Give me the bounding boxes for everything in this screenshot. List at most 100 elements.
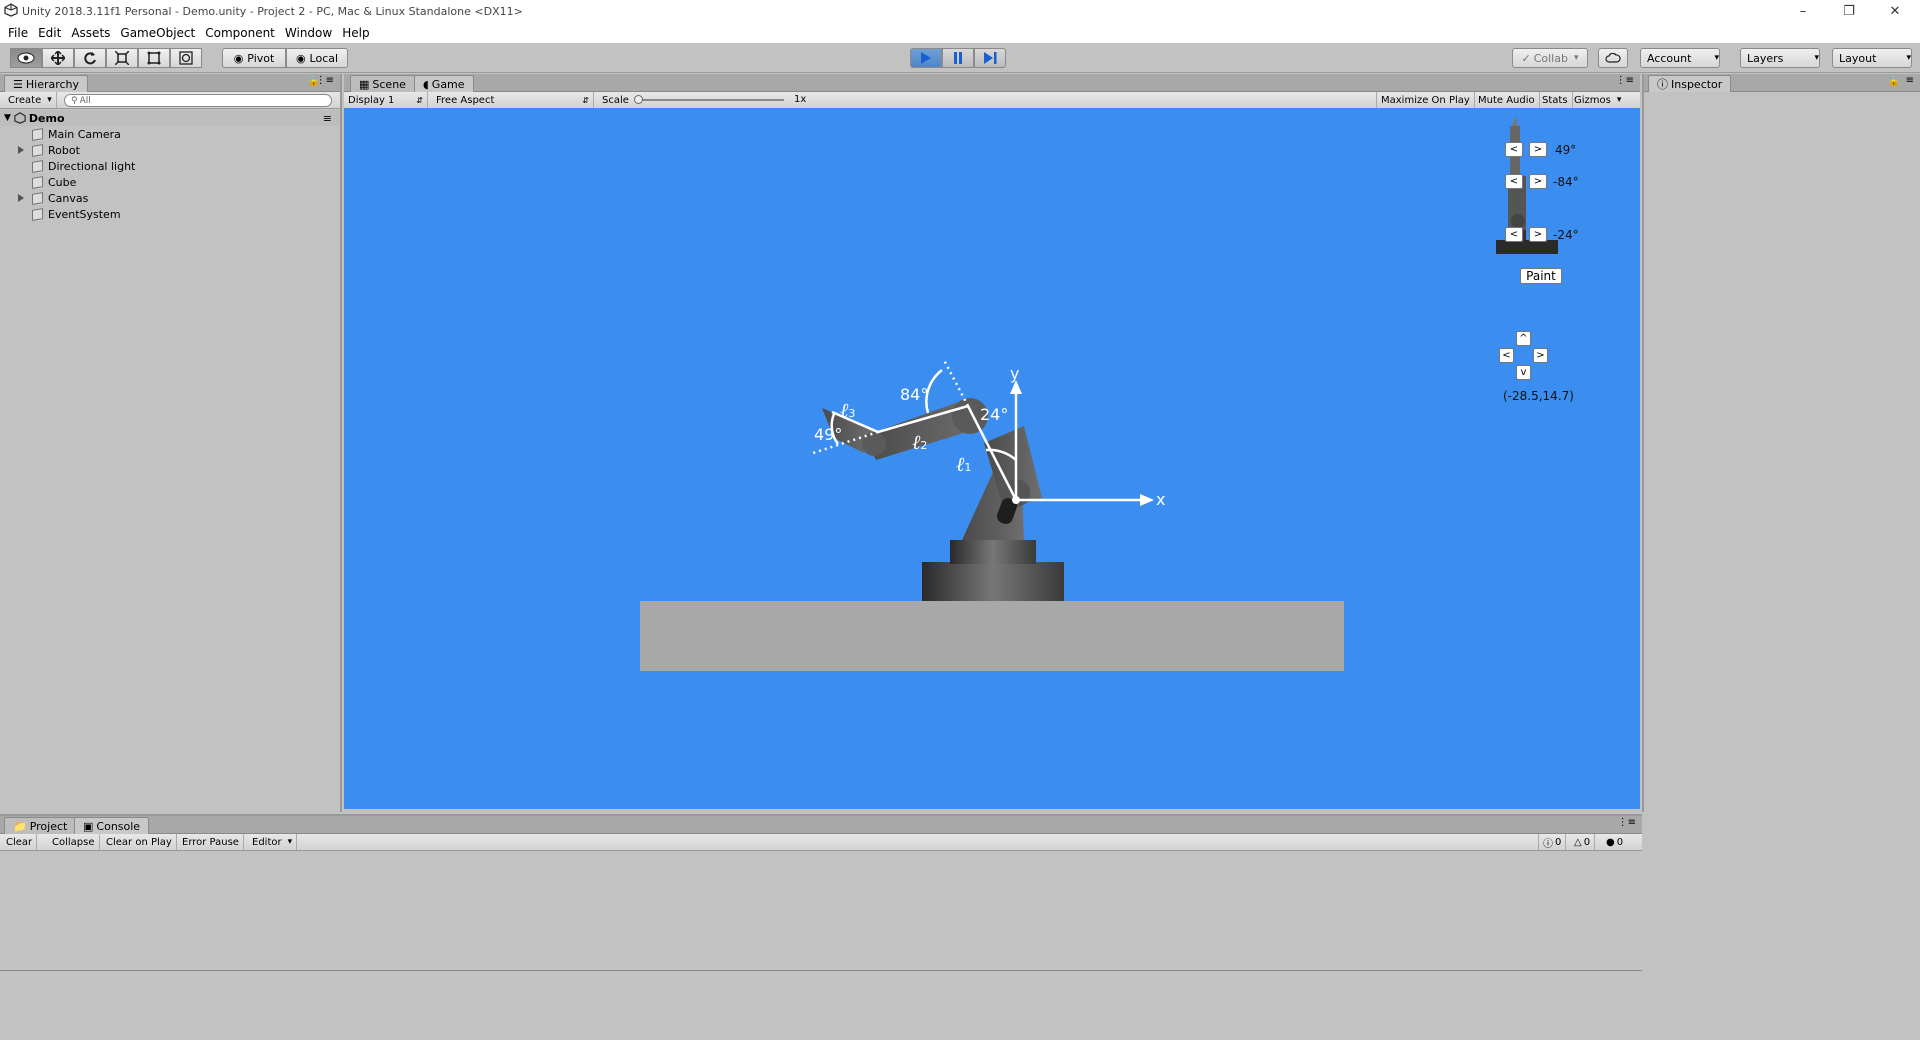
scene-row[interactable]: ▼ Demo ≡: [0, 110, 340, 126]
list-item[interactable]: Robot: [0, 142, 340, 158]
rect-tool-button[interactable]: [138, 48, 170, 68]
joint1-decrease-button[interactable]: <: [1505, 142, 1523, 157]
tab-inspector[interactable]: ⓘ Inspector: [1648, 75, 1732, 92]
minimize-button[interactable]: –: [1780, 0, 1826, 22]
error-pause-button[interactable]: Error Pause: [178, 834, 244, 850]
menu-component[interactable]: Component: [205, 26, 275, 40]
move-right-button[interactable]: >: [1533, 348, 1548, 363]
scale-value: 1x: [794, 94, 807, 105]
x-axis-arrow: [1140, 494, 1154, 506]
step-button[interactable]: [974, 48, 1006, 68]
maximize-on-play-toggle[interactable]: Maximize On Play: [1376, 92, 1475, 108]
robot-base-upper: [950, 540, 1036, 564]
angle-49-label: 49°: [814, 425, 843, 444]
pause-button[interactable]: [942, 48, 974, 68]
updown-icon: ⇵: [416, 95, 423, 105]
title-bar: Unity 2018.3.11f1 Personal - Demo.unity …: [0, 0, 1920, 22]
close-button[interactable]: ✕: [1872, 0, 1918, 22]
scale-slider-track[interactable]: [638, 99, 784, 101]
inspector-lock-icon[interactable]: 🔒: [1888, 76, 1900, 87]
error-count: 0: [1616, 836, 1624, 848]
display-dropdown[interactable]: Display 1 ⇵: [344, 92, 428, 108]
rotate-tool-button[interactable]: [74, 48, 106, 68]
paint-button[interactable]: Paint: [1520, 268, 1562, 284]
console-menu-icon[interactable]: ⋮≡: [1618, 817, 1636, 828]
view-tool-button[interactable]: [10, 48, 42, 68]
tab-console[interactable]: ▣ Console: [74, 817, 150, 834]
joint1-increase-button[interactable]: >: [1529, 142, 1547, 157]
create-dropdown[interactable]: Create: [4, 92, 57, 108]
gameobject-icon: [32, 207, 43, 221]
collapse-button[interactable]: Collapse: [48, 834, 100, 850]
move-tool-button[interactable]: [42, 48, 74, 68]
scale-tool-button[interactable]: [106, 48, 138, 68]
pivot-button[interactable]: ◉ Pivot: [222, 48, 286, 68]
pause-icon: [954, 52, 962, 64]
layout-label: Layout: [1839, 51, 1877, 65]
scene-menu-icon[interactable]: ≡: [323, 112, 332, 125]
joint3-increase-button[interactable]: >: [1529, 227, 1547, 242]
menu-help[interactable]: Help: [342, 26, 369, 40]
list-item[interactable]: Cube: [0, 174, 340, 190]
tab-hierarchy[interactable]: ☰ Hierarchy: [4, 75, 89, 92]
tab-project[interactable]: 📁 Project: [4, 817, 77, 834]
expand-arrow-icon[interactable]: [18, 194, 24, 202]
game-viewport[interactable]: 49° 84° 24° ℓ3 ℓ2 ℓ1 y x < > 49° < > -84…: [344, 108, 1640, 809]
mute-audio-toggle[interactable]: Mute Audio: [1474, 92, 1540, 108]
move-up-button[interactable]: ^: [1516, 331, 1531, 346]
list-item[interactable]: EventSystem: [0, 206, 340, 222]
error-count-toggle[interactable]: ● 0: [1602, 834, 1627, 850]
tab-scene[interactable]: ▦ Scene: [350, 75, 415, 92]
collapse-label: Collapse: [52, 836, 95, 848]
layout-dropdown[interactable]: Layout: [1832, 48, 1912, 68]
menu-gameobject[interactable]: GameObject: [120, 26, 195, 40]
game-panel-menu-icon[interactable]: ⋮≡: [1616, 75, 1634, 86]
scale-control: Scale 1x: [598, 92, 848, 108]
menu-edit[interactable]: Edit: [38, 26, 61, 40]
warning-count: 0: [1583, 836, 1591, 848]
joint2-increase-button[interactable]: >: [1529, 174, 1547, 189]
warning-count-toggle[interactable]: △ 0: [1570, 834, 1596, 850]
joint3-decrease-button[interactable]: <: [1505, 227, 1523, 242]
cloud-button[interactable]: [1598, 48, 1628, 68]
account-dropdown[interactable]: Account: [1640, 48, 1720, 68]
panel-menu-icon[interactable]: ⋮≡: [316, 75, 334, 86]
clear-on-play-button[interactable]: Clear on Play: [102, 834, 177, 850]
joint2-decrease-button[interactable]: <: [1505, 174, 1523, 189]
tab-game[interactable]: ◖ Game: [414, 75, 474, 92]
gameobject-icon: [32, 175, 43, 189]
list-item[interactable]: Canvas: [0, 190, 340, 206]
list-item[interactable]: Directional light: [0, 158, 340, 174]
layers-dropdown[interactable]: Layers: [1740, 48, 1820, 68]
collab-dropdown[interactable]: ✓ Collab: [1512, 48, 1588, 68]
transform-tool-button[interactable]: [170, 48, 202, 68]
scale-slider-thumb[interactable]: [634, 95, 643, 104]
move-left-button[interactable]: <: [1499, 348, 1514, 363]
inspector-tabstrip: ⓘ Inspector 🔒 ≡: [1644, 74, 1920, 92]
play-button[interactable]: [910, 48, 942, 68]
console-toolbar: Clear Collapse Clear on Play Error Pause…: [0, 834, 1642, 851]
restore-button[interactable]: ❐: [1826, 0, 1872, 22]
step-icon: [984, 52, 997, 64]
menu-window[interactable]: Window: [285, 26, 332, 40]
clear-button[interactable]: Clear: [2, 834, 38, 850]
stats-toggle[interactable]: Stats: [1538, 92, 1573, 108]
search-placeholder: All: [79, 95, 91, 106]
rect-icon: [147, 51, 161, 65]
info-count-toggle[interactable]: ⓘ 0: [1538, 834, 1567, 850]
gizmos-dropdown[interactable]: Gizmos: [1570, 92, 1625, 108]
inspector-menu-icon[interactable]: ≡: [1906, 75, 1914, 86]
expand-arrow-icon[interactable]: [18, 146, 24, 154]
move-down-button[interactable]: v: [1516, 365, 1531, 380]
item-label: Cube: [48, 175, 77, 189]
aspect-dropdown[interactable]: Free Aspect ⇵: [432, 92, 594, 108]
hierarchy-search-input[interactable]: ⚲ All: [64, 94, 332, 107]
menu-file[interactable]: File: [8, 26, 28, 40]
list-item[interactable]: Main Camera: [0, 126, 340, 142]
hierarchy-panel: ☰ Hierarchy 🔒 ⋮≡ Create ⚲ All ▼ Demo ≡ M…: [0, 74, 342, 812]
inspector-panel: ⓘ Inspector 🔒 ≡: [1642, 74, 1920, 812]
menu-assets[interactable]: Assets: [71, 26, 110, 40]
editor-dropdown[interactable]: Editor: [248, 834, 298, 850]
folder-icon: 📁: [13, 819, 27, 833]
local-button[interactable]: ◉ Local: [286, 48, 348, 68]
